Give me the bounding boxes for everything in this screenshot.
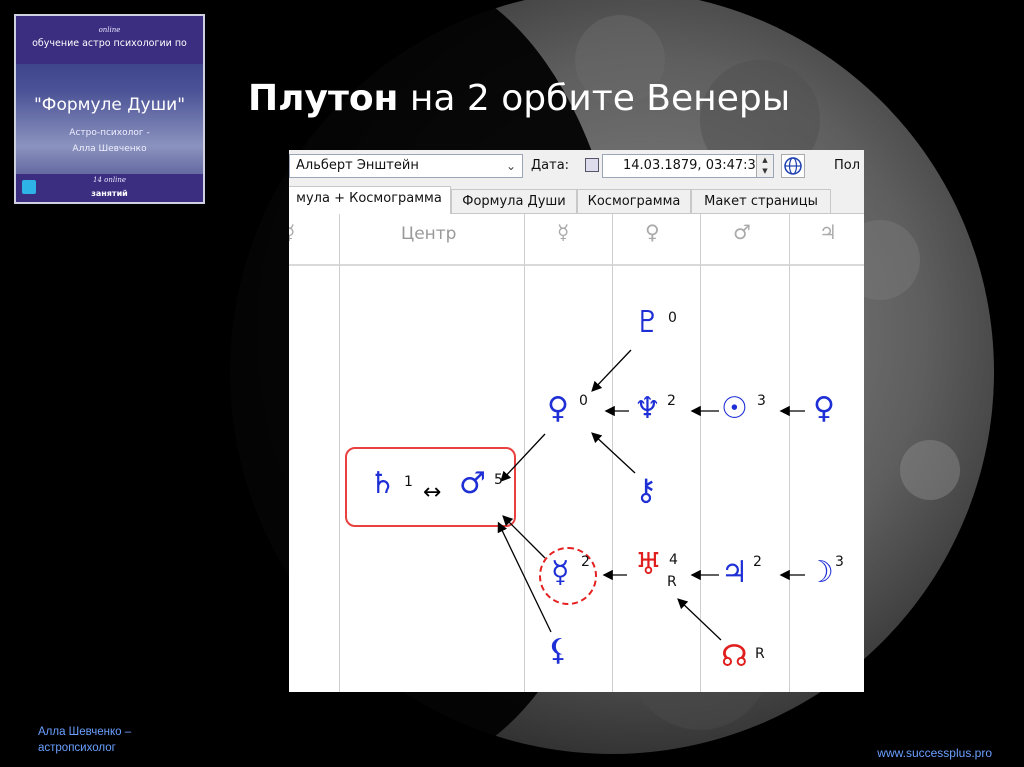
double-arrow-icon: ↔	[423, 480, 442, 505]
website-link[interactable]: www.successplus.pro	[877, 746, 992, 760]
neptune-icon: ♆	[634, 391, 661, 426]
node-icon: ☊	[721, 639, 748, 674]
course-logo: online обучение астро психологии по "Фор…	[14, 14, 205, 204]
author-credit: Алла Шевченко – астропсихолог	[38, 724, 131, 756]
saturn-icon: ♄	[369, 466, 396, 501]
uranus-num: 4	[669, 552, 678, 568]
venus-right-icon: ♀	[813, 391, 835, 426]
author-line1: Алла Шевченко –	[38, 726, 132, 738]
logo-online-script: online	[98, 26, 121, 34]
uranus-retro: R	[667, 574, 677, 590]
arrow	[497, 521, 552, 633]
mercury-num: 2	[581, 554, 590, 570]
title-rest: на 2 орбите Венеры	[398, 78, 791, 119]
logo-line4: Алла Шевченко	[72, 144, 147, 154]
sun-icon: ☉	[721, 391, 748, 426]
app-screenshot: Альберт Энштейн ⌄ Дата: 14.03.1879, 03:47…	[289, 150, 864, 692]
jupiter-icon: ♃	[721, 555, 748, 590]
logo-sessions-script: 14 online	[93, 176, 126, 184]
mercury-icon: ☿	[551, 555, 570, 590]
pluto-icon: ♇	[634, 305, 661, 340]
author-line2: астропсихолог	[38, 742, 116, 754]
venus-icon: ♀	[547, 391, 569, 426]
title-bold: Плутон	[248, 78, 399, 119]
logo-line1: обучение астро психологии по	[32, 38, 187, 49]
logo-badge-icon	[22, 180, 36, 194]
arrows-layer	[497, 349, 805, 641]
arrow	[591, 349, 632, 392]
moon-icon: ☽	[807, 555, 834, 590]
lilith-icon: ⚸	[547, 633, 569, 668]
chiron-icon: ⚷	[635, 473, 657, 508]
jupiter-num: 2	[753, 554, 762, 570]
neptune-num: 2	[667, 393, 676, 409]
arrow	[677, 598, 722, 641]
pluto-num: 0	[668, 310, 677, 326]
arrow	[502, 515, 546, 559]
mars-icon: ♂	[459, 466, 486, 501]
saturn-num: 1	[404, 474, 413, 490]
node-retro: R	[755, 646, 765, 662]
logo-line3: Астро-психолог -	[69, 128, 150, 138]
venus-num: 0	[579, 393, 588, 409]
slide-title: Плутон на 2 орбите Венеры	[248, 78, 790, 119]
logo-line5: занятий	[91, 189, 128, 198]
moon-num: 3	[835, 554, 844, 570]
uranus-icon: ♅	[635, 547, 662, 582]
arrow	[500, 433, 546, 482]
sun-num: 3	[757, 393, 766, 409]
arrow	[591, 432, 636, 474]
logo-formula-title: "Формуле Души"	[33, 95, 186, 115]
mars-num: 5	[494, 472, 503, 488]
